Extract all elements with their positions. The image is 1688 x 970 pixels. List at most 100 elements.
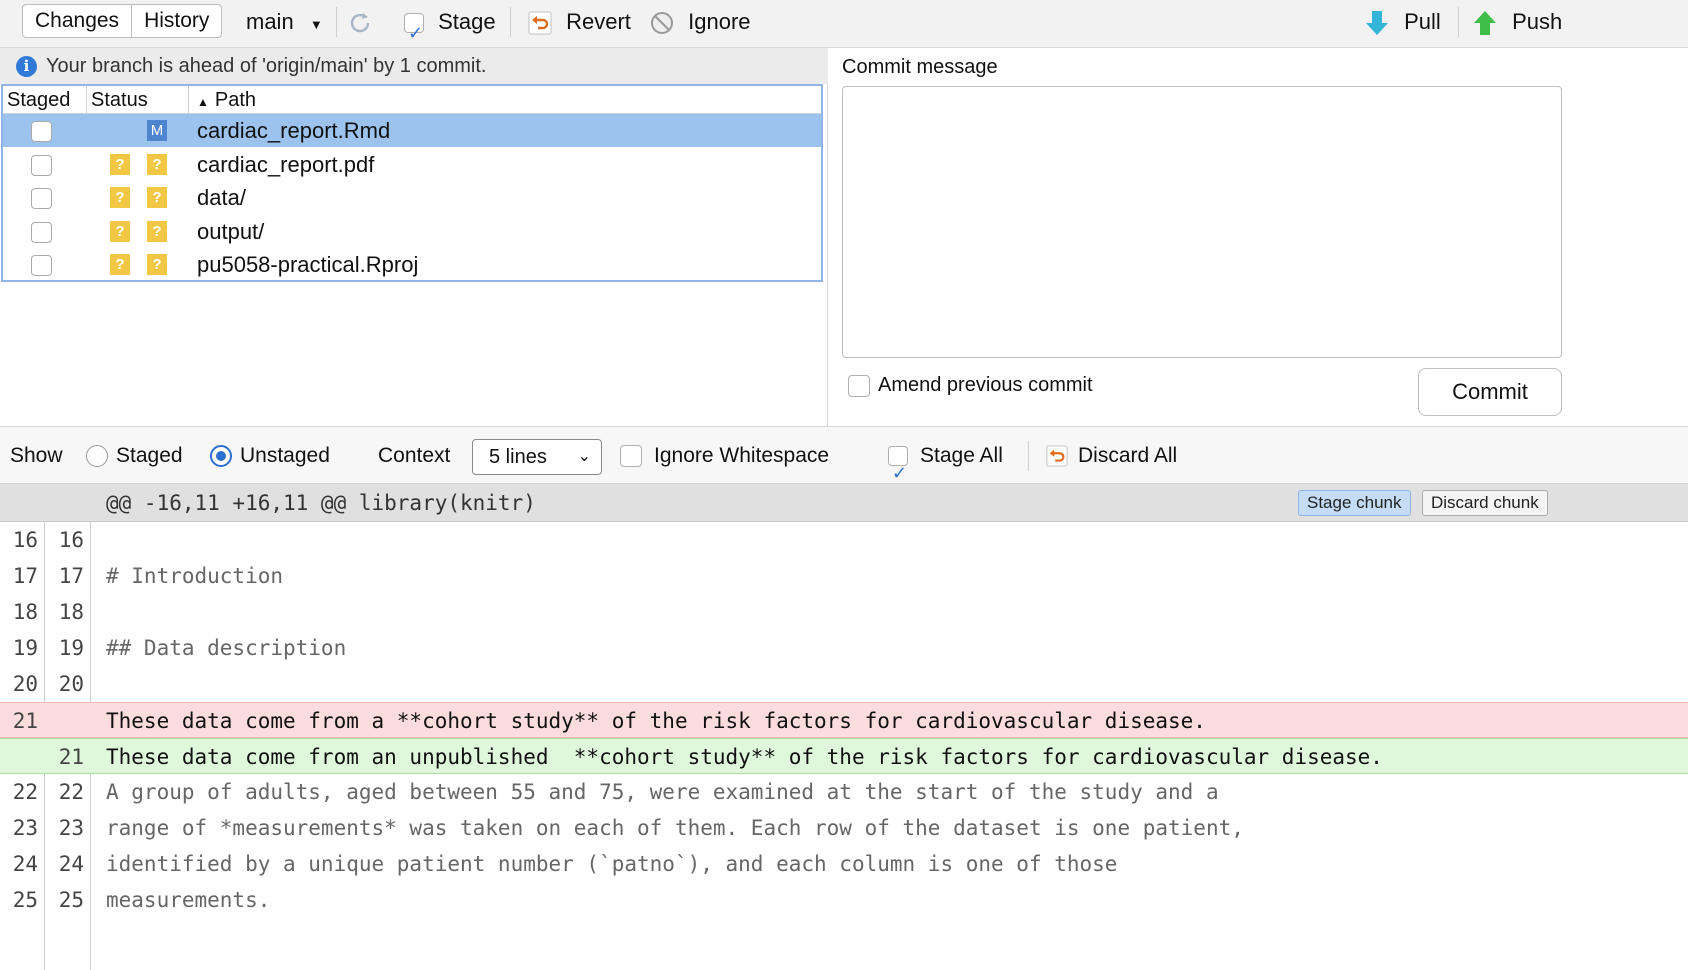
stage-file-checkbox[interactable]: [31, 188, 52, 209]
column-status[interactable]: Status: [87, 86, 189, 114]
view-switcher: Changes History: [22, 4, 223, 38]
show-label: Show: [10, 444, 63, 467]
show-unstaged-option[interactable]: Unstaged: [210, 427, 330, 485]
stage-button[interactable]: Stage: [404, 0, 496, 55]
diff-line-context: 24 24 identified by a unique patient numbe…: [0, 846, 1688, 882]
new-line-number: 24: [58, 852, 84, 876]
context-select[interactable]: 5 lines ⌄: [472, 439, 602, 475]
new-line-number: 23: [58, 816, 84, 840]
amend-commit-option[interactable]: Amend previous commit: [848, 374, 1093, 397]
staged-radio-label: Staged: [116, 444, 183, 467]
untracked-status-icon: ?: [147, 220, 167, 242]
untracked-status-icon: ?: [147, 153, 167, 175]
new-line-number: 25: [58, 888, 84, 912]
diff-line-text: # Introduction: [106, 564, 284, 588]
diff-line-context: 20 20: [0, 666, 1688, 702]
context-value: 5 lines: [489, 446, 547, 468]
git-toolbar: Changes History main ▼ Stage Revert Igno…: [0, 0, 1688, 55]
pull-arrow-icon: [1366, 11, 1388, 36]
amend-checkbox[interactable]: [848, 374, 870, 397]
file-row[interactable]: Mcardiac_report.Rmd: [3, 114, 821, 147]
stage-file-checkbox[interactable]: [31, 255, 52, 276]
staged-radio[interactable]: [86, 445, 108, 468]
toolbar-divider: [510, 7, 511, 37]
diff-line-text: These data come from a **cohort study** …: [106, 709, 1206, 733]
diff-line-context: 18 18: [0, 594, 1688, 630]
discard-all-button[interactable]: Discard All: [1046, 427, 1177, 485]
show-staged-option[interactable]: Staged: [86, 427, 183, 485]
commit-message-input[interactable]: [842, 86, 1562, 358]
hunk-header: @@ -16,11 +16,11 @@ library(knitr) Stage…: [0, 484, 1688, 522]
diff-toolbar: Show Staged Unstaged Context 5 lines ⌄ I…: [0, 426, 1688, 502]
diff-line-text: identified by a unique patient number (`…: [106, 852, 1118, 876]
unstaged-radio-label: Unstaged: [240, 444, 330, 467]
new-line-number: 22: [58, 780, 84, 804]
diff-line-context: 16 16: [0, 522, 1688, 558]
toolbar-divider: [1458, 7, 1459, 37]
stage-file-checkbox[interactable]: [31, 221, 52, 243]
column-staged[interactable]: Staged: [3, 86, 87, 114]
revert-button[interactable]: Revert: [528, 0, 631, 44]
new-line-number: 19: [58, 636, 84, 660]
refresh-button[interactable]: [346, 0, 374, 44]
commit-button[interactable]: Commit: [1418, 368, 1562, 416]
ignore-whitespace-checkbox[interactable]: [620, 445, 642, 468]
stage-all-label: Stage All: [920, 444, 1003, 467]
diff-line-text: A group of adults, aged between 55 and 7…: [106, 780, 1219, 804]
amend-label: Amend previous commit: [878, 374, 1093, 396]
file-row[interactable]: ?? pu5058-practical.Rproj: [3, 248, 821, 281]
ignore-button[interactable]: Ignore: [650, 0, 751, 44]
hunk-header-text: @@ -16,11 +16,11 @@ library(knitr): [106, 491, 536, 515]
new-line-number: 20: [58, 672, 84, 696]
untracked-status-icon: ?: [110, 153, 130, 175]
file-row[interactable]: ?? output/: [3, 215, 821, 248]
tab-history[interactable]: History: [131, 5, 221, 37]
branch-status-text: Your branch is ahead of 'origin/main' by…: [46, 55, 487, 77]
discard-chunk-button[interactable]: Discard chunk: [1422, 490, 1548, 516]
file-row[interactable]: ?? cardiac_report.pdf: [3, 148, 821, 181]
diff-line-text: ## Data description: [106, 636, 347, 660]
diff-line-text: These data come from an unpublished **co…: [106, 745, 1383, 769]
stage-all-check-icon: [888, 444, 908, 502]
revert-label: Revert: [566, 9, 631, 34]
pull-button[interactable]: Pull: [1364, 0, 1441, 44]
old-line-number: 18: [12, 600, 38, 624]
refresh-icon: [350, 13, 370, 33]
old-line-number: 22: [12, 780, 38, 804]
ignore-icon: [651, 12, 673, 35]
new-line-number: 18: [58, 600, 84, 624]
stage-file-checkbox[interactable]: [31, 121, 52, 142]
file-row[interactable]: ?? data/: [3, 181, 821, 214]
stage-file-checkbox[interactable]: [31, 154, 52, 176]
diff-viewer: @@ -16,11 +16,11 @@ library(knitr) Stage…: [0, 484, 1688, 970]
chevron-down-icon: ▼: [309, 17, 323, 32]
branch-status-bar: i Your branch is ahead of 'origin/main' …: [0, 48, 828, 84]
chevron-down-icon: ⌄: [577, 448, 591, 465]
old-line-number: 19: [12, 636, 38, 660]
diff-line-text: range of *measurements* was taken on eac…: [106, 816, 1244, 840]
old-line-number: 17: [12, 564, 38, 588]
tab-changes[interactable]: Changes: [23, 5, 131, 37]
push-button[interactable]: Push: [1472, 0, 1562, 44]
stage-all-button[interactable]: Stage All: [888, 427, 1003, 502]
old-line-number: 21: [12, 709, 38, 733]
branch-dropdown[interactable]: main ▼: [246, 0, 323, 44]
column-path[interactable]: ▲ Path: [189, 86, 821, 114]
modified-status-icon: M: [147, 120, 167, 141]
toolbar-divider: [1028, 441, 1029, 471]
branch-name: main: [246, 9, 294, 34]
ignore-label: Ignore: [688, 9, 751, 34]
untracked-status-icon: ?: [147, 187, 167, 208]
stage-chunk-button[interactable]: Stage chunk: [1298, 490, 1411, 516]
ignore-whitespace-option[interactable]: Ignore Whitespace: [620, 427, 829, 485]
file-table: Staged Status ▲ Path Mcardiac_report.Rmd?…: [1, 84, 823, 282]
revert-icon: [1046, 445, 1068, 467]
diff-line-context: 23 23 range of *measurements* was taken on…: [0, 810, 1688, 846]
unstaged-radio[interactable]: [210, 445, 232, 468]
old-line-number: 25: [12, 888, 38, 912]
old-line-number: 16: [12, 528, 38, 552]
diff-line-context: 19 19 ## Data description: [0, 630, 1688, 666]
sort-asc-icon: ▲: [197, 95, 209, 109]
stage-checkbox-icon: [404, 11, 424, 55]
commit-pane: Commit message Amend previous commit Com…: [830, 48, 1688, 426]
